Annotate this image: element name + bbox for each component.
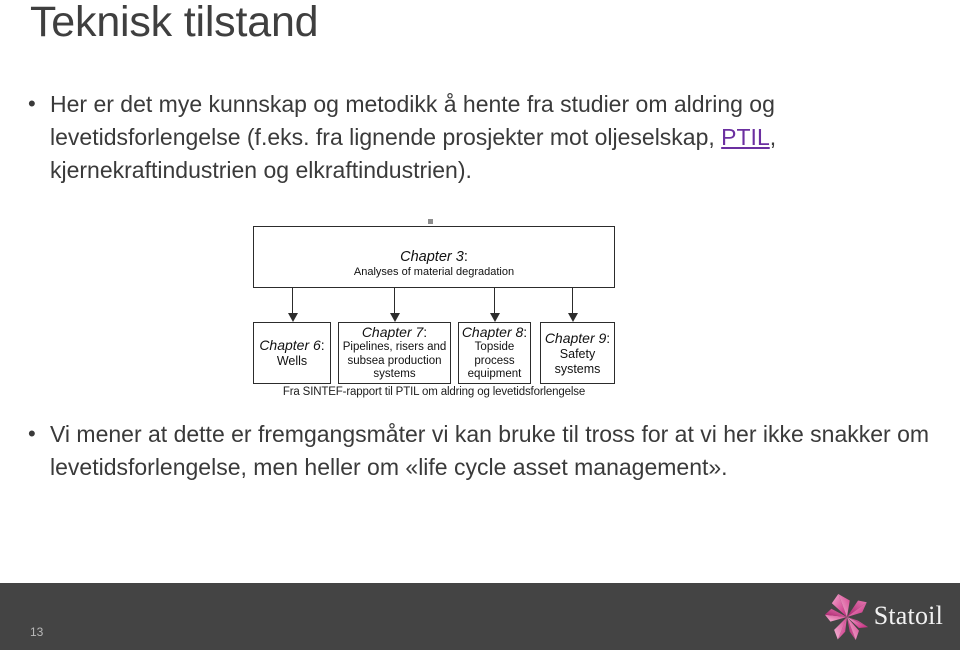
- diagram-box-chapter-8-heading: Chapter 8:: [462, 324, 527, 341]
- diagram-box-chapter-8-subtitle: Topside process equipment: [467, 341, 522, 381]
- chapter-3-label: Chapter 3: [400, 249, 464, 265]
- diagram-box-chapter-9-heading: Chapter 9:: [545, 330, 610, 347]
- diagram-box-chapter-7: Chapter 7: Pipelines, risers and subsea …: [338, 322, 451, 384]
- bullet-row: • Vi mener at dette er fremgangsmåter vi…: [28, 418, 936, 484]
- chapter-8-colon: :: [523, 324, 528, 341]
- page-number: 13: [30, 625, 44, 639]
- bullet-text-1: Her er det mye kunnskap og metodikk å he…: [50, 88, 928, 187]
- page-title: Teknisk tilstand: [30, 0, 319, 46]
- diagram-box-chapter-9: Chapter 9: Safety systems: [540, 322, 615, 384]
- chapter-9-colon: :: [606, 329, 611, 346]
- ptil-link[interactable]: PTIL: [721, 124, 770, 150]
- diagram-box-chapter-7-heading: Chapter 7:: [362, 324, 427, 341]
- bullet-dot-icon: •: [28, 421, 36, 446]
- chapter-7-colon: :: [423, 324, 428, 341]
- diagram-box-chapter-7-subtitle: Pipelines, risers and subsea production …: [342, 341, 447, 381]
- bullet-row: • Her er det mye kunnskap og metodikk å …: [28, 88, 928, 187]
- diagram-box-chapter-8: Chapter 8: Topside process equipment: [458, 322, 531, 384]
- chapter-flow-diagram: Chapter 3: Analyses of material degradat…: [250, 210, 618, 405]
- bullet-1-pre-text: Her er det mye kunnskap og metodikk å he…: [50, 91, 775, 150]
- bullet-paragraph-2: • Vi mener at dette er fremgangsmåter vi…: [28, 418, 936, 484]
- statoil-star-icon: [824, 594, 868, 640]
- arrow-down-icon-1: [287, 288, 298, 322]
- diagram-box-chapter-3: Chapter 3: Analyses of material degradat…: [253, 226, 615, 288]
- slide: Teknisk tilstand • Her er det mye kunnsk…: [0, 0, 960, 650]
- chapter-3-colon: :: [463, 249, 468, 265]
- chapter-9-label: Chapter 9: [544, 329, 607, 346]
- diagram-box-chapter-9-subtitle: Safety systems: [554, 346, 601, 376]
- diagram-box-chapter-3-heading: Chapter 3:: [400, 249, 468, 266]
- diagram-source-caption: Fra SINTEF-rapport til PTIL om aldring o…: [282, 386, 586, 398]
- statoil-wordmark: Statoil: [873, 600, 943, 630]
- bullet-paragraph-1: • Her er det mye kunnskap og metodikk å …: [28, 88, 928, 187]
- chapter-6-label: Chapter 6: [259, 337, 321, 353]
- diagram-box-chapter-6-heading: Chapter 6:: [259, 337, 324, 354]
- bullet-text-2: Vi mener at dette er fremgangsmåter vi k…: [50, 421, 930, 480]
- diagram-box-chapter-3-subtitle: Analyses of material degradation: [353, 266, 515, 278]
- slide-footer: 13 Statoil: [0, 583, 960, 650]
- cropped-arrow-artifact-icon: [428, 219, 433, 224]
- chapter-7-label: Chapter 7: [361, 324, 424, 341]
- diagram-box-chapter-6: Chapter 6: Wells: [253, 322, 331, 384]
- diagram-box-chapter-6-subtitle: Wells: [276, 354, 308, 368]
- chapter-8-label: Chapter 8: [461, 324, 524, 341]
- arrow-down-icon-3: [489, 288, 500, 322]
- chapter-6-colon: :: [320, 337, 325, 353]
- arrow-down-icon-2: [389, 288, 400, 322]
- bullet-dot-icon: •: [28, 91, 36, 116]
- statoil-logo: Statoil: [824, 592, 943, 642]
- arrow-down-icon-4: [567, 288, 578, 322]
